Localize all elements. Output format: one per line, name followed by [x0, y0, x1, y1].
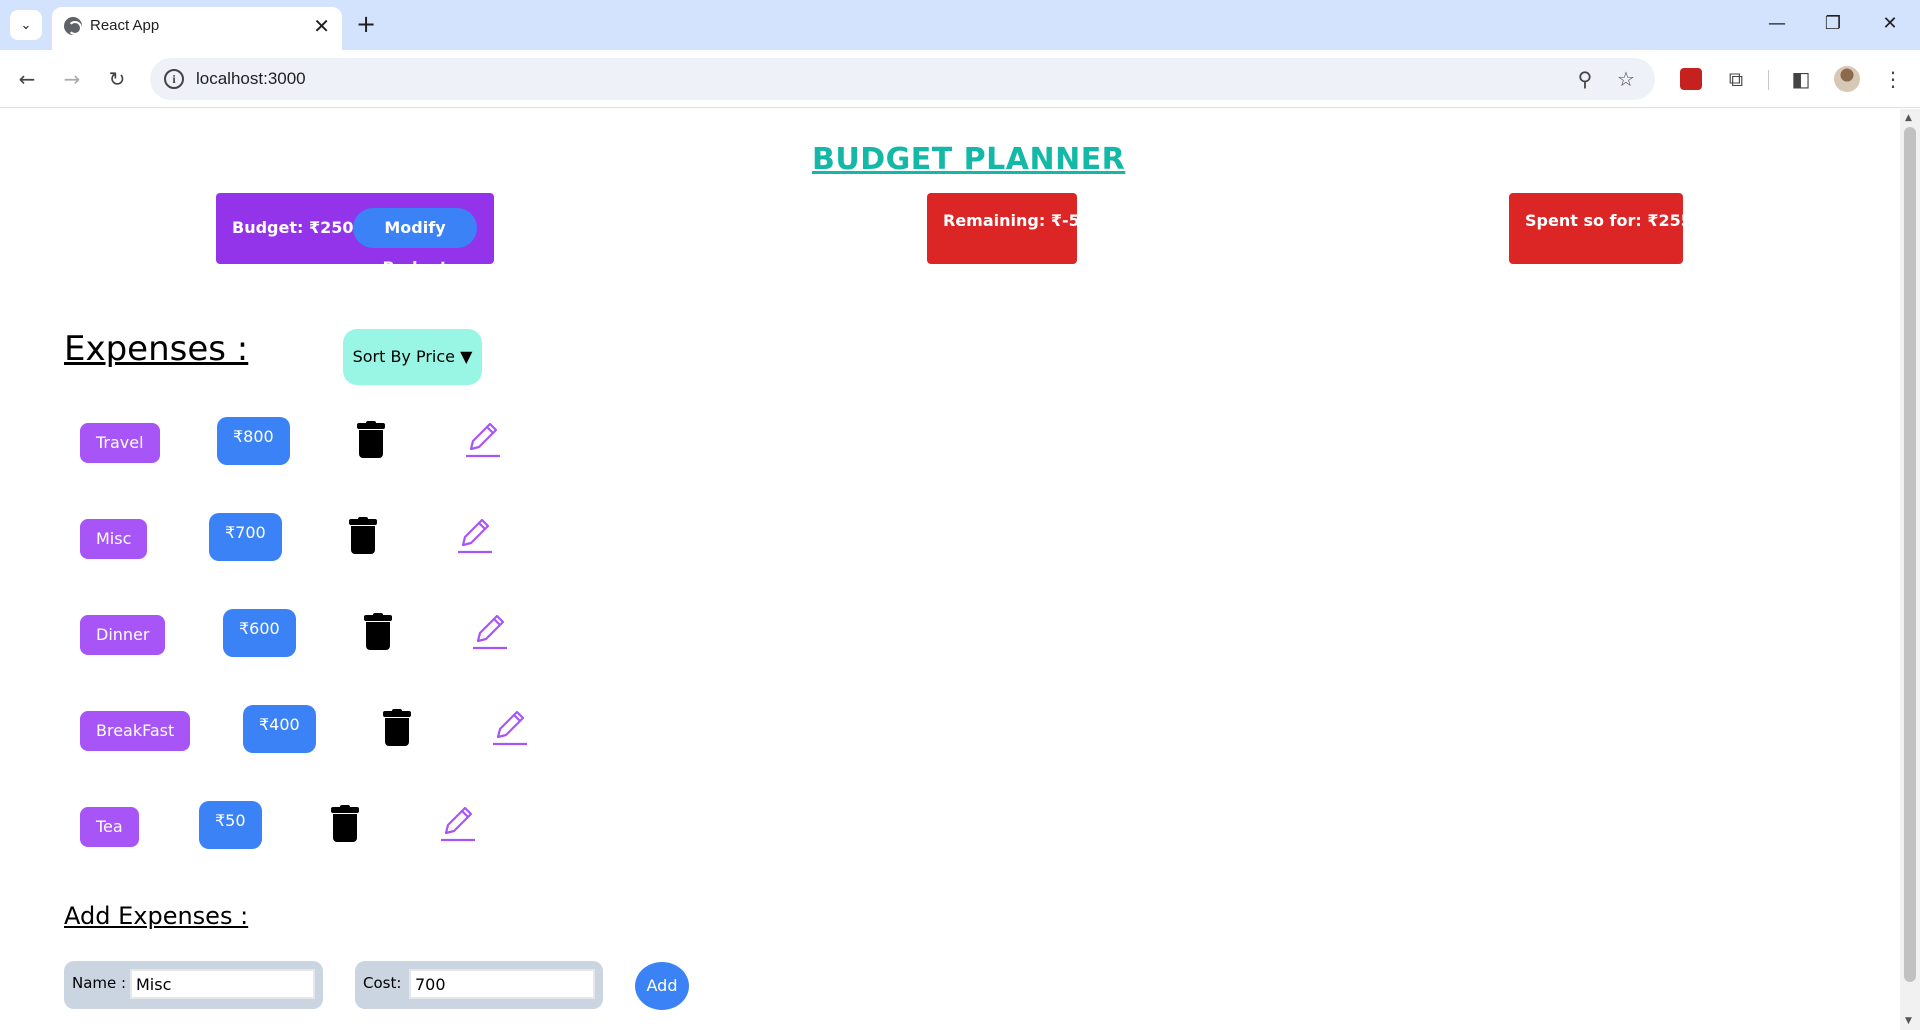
- tab-close-icon[interactable]: ✕: [313, 14, 330, 38]
- cost-field-group: Cost:: [355, 961, 603, 1009]
- expense-cost: ₹700: [209, 513, 282, 561]
- edit-pencil-icon[interactable]: [463, 419, 503, 459]
- spent-amount: Spent so for: ₹2550: [1525, 211, 1703, 230]
- budget-card: Budget: ₹2500 Modify Budget: [216, 193, 494, 277]
- expenses-heading: Expenses :: [64, 329, 249, 369]
- delete-icon[interactable]: [382, 709, 412, 747]
- restore-button[interactable]: ❐: [1813, 8, 1853, 40]
- edit-pencil-icon[interactable]: [470, 611, 510, 651]
- expense-name: BreakFast: [80, 711, 191, 751]
- expense-row: BreakFast ₹400: [80, 703, 580, 753]
- remaining-card: Remaining: ₹-50: [927, 193, 1091, 264]
- delete-icon[interactable]: [348, 517, 378, 555]
- page-content: BUDGET PLANNER Budget: ₹2500 Modify Budg…: [0, 109, 1900, 1030]
- expense-row: Misc ₹700: [80, 511, 580, 561]
- sort-by-price-button[interactable]: Sort By Price ▼: [343, 329, 482, 385]
- address-bar[interactable]: i localhost:3000 ⚲ ☆: [150, 58, 1655, 100]
- tab-title: React App: [90, 17, 160, 34]
- sort-arrow-icon: ▼: [460, 347, 473, 366]
- site-info-icon[interactable]: i: [164, 69, 184, 89]
- sort-label: Sort By Price: [352, 347, 456, 366]
- budget-amount: Budget: ₹2500: [232, 218, 365, 237]
- new-tab-button[interactable]: +: [352, 10, 380, 38]
- expense-cost: ₹800: [217, 417, 290, 465]
- expense-name: Travel: [80, 423, 160, 463]
- page-scrollbar[interactable]: ▲ ▼: [1900, 109, 1920, 1030]
- edit-pencil-icon[interactable]: [438, 803, 478, 843]
- cost-input[interactable]: [409, 969, 595, 999]
- expense-cost: ₹400: [243, 705, 316, 753]
- reload-button[interactable]: ↻: [102, 64, 132, 94]
- side-panel-icon[interactable]: ◧: [1786, 64, 1816, 94]
- edit-pencil-icon[interactable]: [455, 515, 495, 555]
- browser-tab-bar: ⌄ React App ✕ + — ❐ ✕: [0, 0, 1920, 50]
- url-text[interactable]: localhost:3000: [196, 69, 306, 89]
- scroll-thumb[interactable]: [1904, 127, 1916, 982]
- scroll-up-icon[interactable]: ▲: [1905, 113, 1912, 123]
- add-expense-button[interactable]: Add: [635, 962, 689, 1010]
- expense-row: Dinner ₹600: [80, 607, 580, 657]
- cost-label: Cost:: [363, 974, 402, 992]
- toolbar-divider: [1768, 70, 1769, 90]
- name-label: Name :: [72, 974, 127, 992]
- profile-avatar[interactable]: [1834, 66, 1860, 92]
- back-button[interactable]: ←: [12, 64, 42, 94]
- extension-icon[interactable]: [1680, 68, 1702, 90]
- delete-icon[interactable]: [356, 421, 386, 459]
- scroll-down-icon[interactable]: ▼: [1905, 1016, 1912, 1026]
- window-close-button[interactable]: ✕: [1870, 8, 1910, 40]
- expense-row: Tea ₹50: [80, 799, 580, 849]
- zoom-icon[interactable]: ⚲: [1573, 67, 1597, 91]
- remaining-amount: Remaining: ₹-50: [943, 211, 1091, 230]
- spent-card: Spent so for: ₹2550: [1509, 193, 1703, 264]
- add-expenses-heading: Add Expenses :: [64, 902, 249, 930]
- expense-name: Tea: [80, 807, 139, 847]
- expense-row: Travel ₹800: [80, 415, 580, 465]
- browser-tab[interactable]: React App ✕: [52, 7, 342, 50]
- globe-icon: [64, 17, 82, 35]
- expense-cost: ₹600: [223, 609, 296, 657]
- delete-icon[interactable]: [363, 613, 393, 651]
- browser-menu-icon[interactable]: ⋮: [1878, 64, 1908, 94]
- edit-pencil-icon[interactable]: [490, 707, 530, 747]
- name-field-group: Name :: [64, 961, 323, 1009]
- extensions-puzzle-icon[interactable]: ⧉: [1721, 64, 1751, 94]
- bookmark-star-icon[interactable]: ☆: [1614, 67, 1638, 91]
- name-input[interactable]: [130, 969, 315, 999]
- minimize-button[interactable]: —: [1757, 8, 1797, 40]
- expense-name: Misc: [80, 519, 148, 559]
- expense-name: Dinner: [80, 615, 166, 655]
- browser-toolbar: ← → ↻ i localhost:3000 ⚲ ☆ ⧉ ◧ ⋮: [0, 50, 1920, 108]
- delete-icon[interactable]: [330, 805, 360, 843]
- app-title: BUDGET PLANNER: [812, 142, 1126, 177]
- forward-button[interactable]: →: [57, 64, 87, 94]
- modify-budget-button[interactable]: Modify Budget: [353, 208, 477, 277]
- expense-cost: ₹50: [199, 801, 262, 849]
- tab-search-button[interactable]: ⌄: [10, 10, 42, 40]
